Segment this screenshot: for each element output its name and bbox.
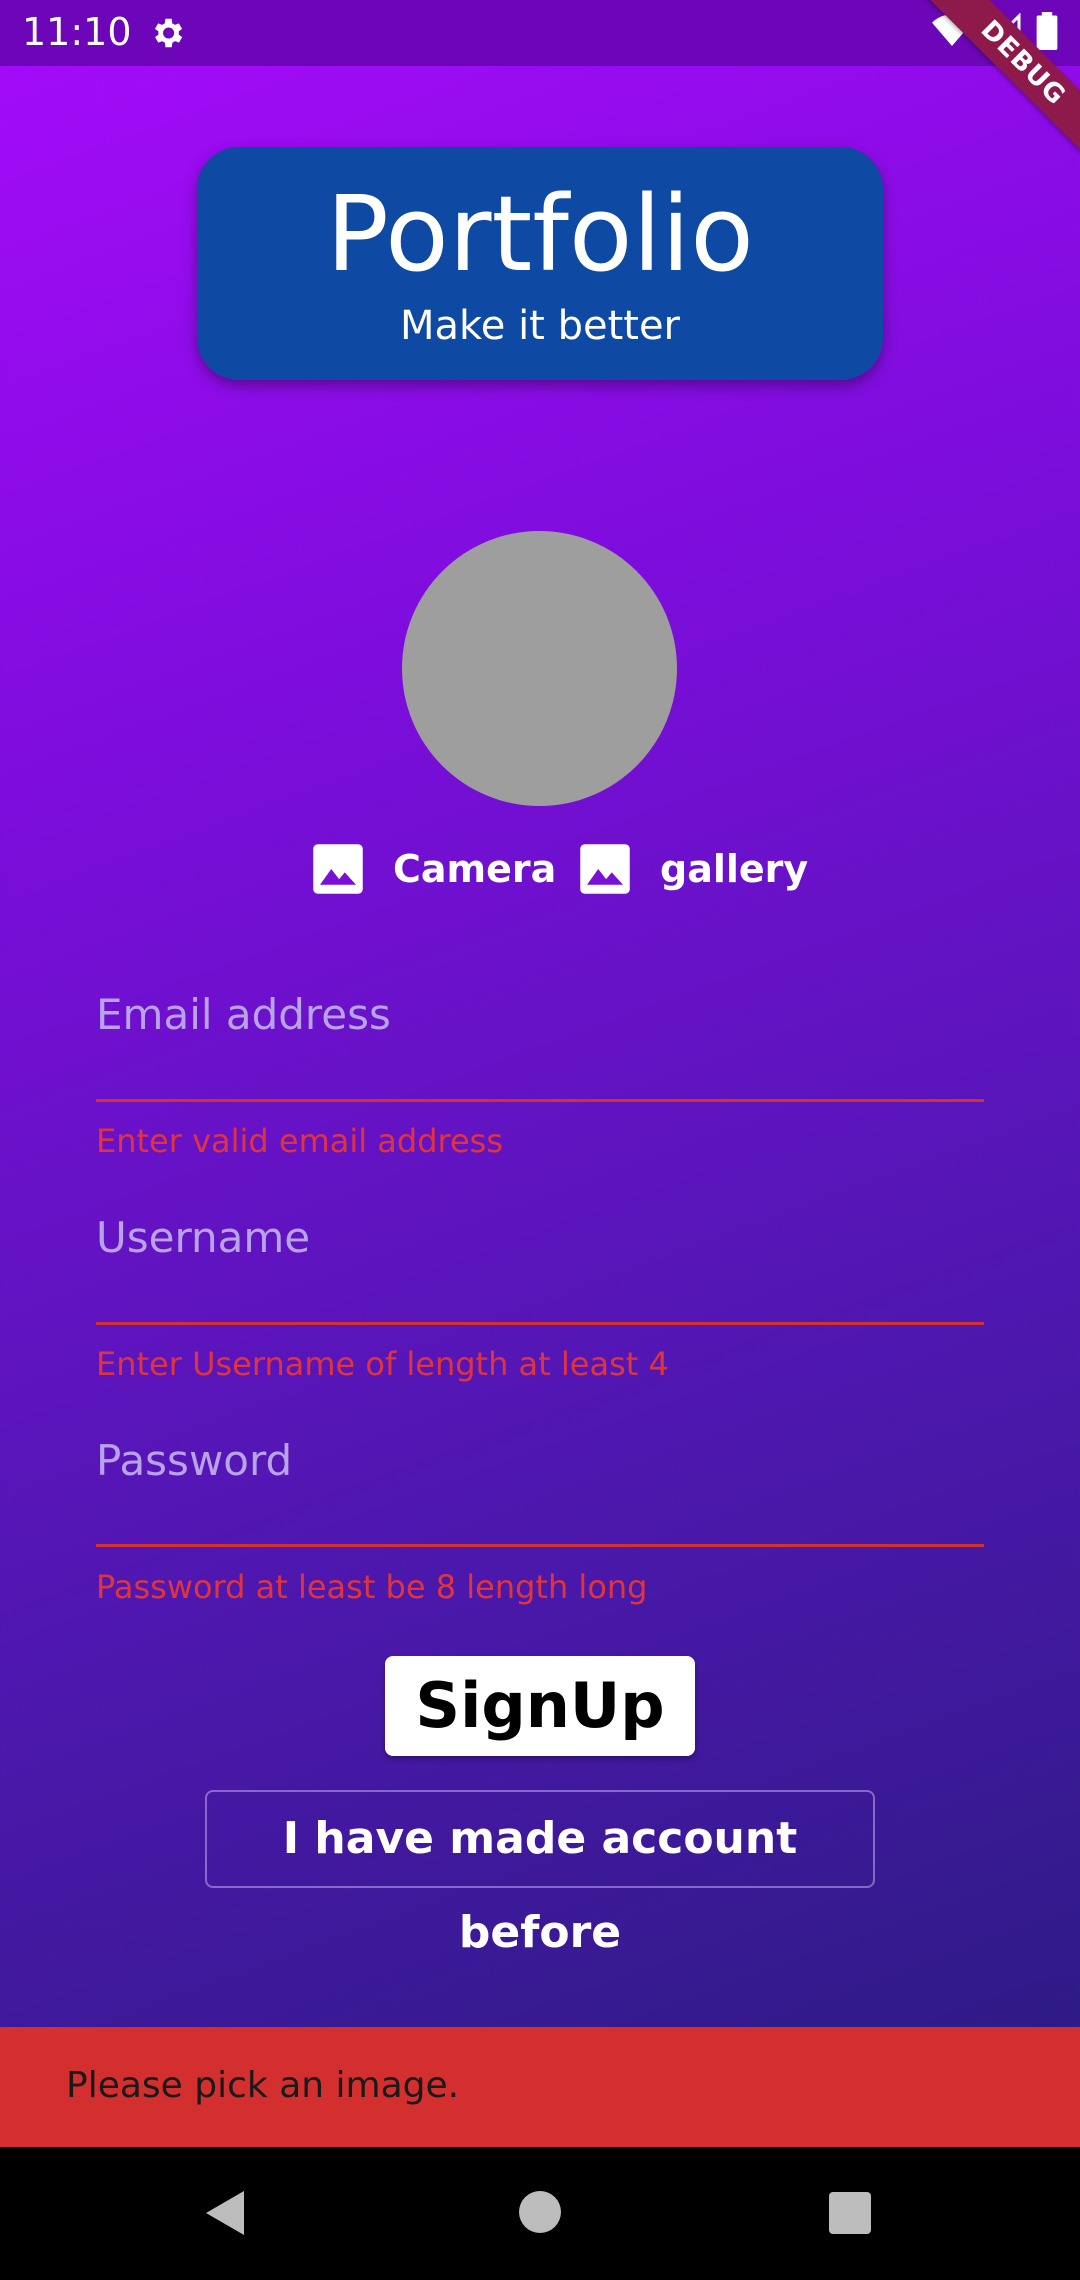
- back-icon[interactable]: [206, 2191, 244, 2235]
- username-field[interactable]: Username Enter Username of length at lea…: [96, 1213, 984, 1403]
- gallery-button[interactable]: gallery: [578, 842, 808, 896]
- app-subtitle: Make it better: [399, 303, 681, 349]
- camera-label: Camera: [393, 847, 557, 891]
- camera-button[interactable]: Camera: [311, 842, 556, 896]
- email-underline: [96, 1099, 984, 1102]
- existing-account-button[interactable]: I have made account before: [205, 1790, 875, 1958]
- settings-gear-icon: [154, 18, 183, 48]
- password-underline: [96, 1544, 984, 1547]
- signup-button[interactable]: SignUp: [385, 1656, 695, 1756]
- app-title: Portfolio: [326, 173, 754, 295]
- email-field[interactable]: Email address Enter valid email address: [96, 990, 984, 1180]
- image-picker-row: Camera gallery: [0, 842, 1080, 902]
- recents-icon[interactable]: [829, 2192, 871, 2234]
- password-field[interactable]: Password Password at least be 8 length l…: [96, 1436, 984, 1626]
- username-placeholder: Username: [96, 1213, 311, 1262]
- email-error: Enter valid email address: [96, 1122, 504, 1160]
- avatar-placeholder[interactable]: [402, 531, 677, 806]
- username-underline: [96, 1322, 984, 1325]
- home-icon[interactable]: [519, 2191, 561, 2233]
- password-placeholder: Password: [96, 1436, 293, 1485]
- password-error: Password at least be 8 length long: [96, 1568, 648, 1606]
- battery-icon: [1036, 12, 1058, 50]
- header-card: Portfolio Make it better: [197, 147, 883, 380]
- image-icon: [313, 844, 363, 894]
- email-placeholder: Email address: [96, 990, 391, 1039]
- username-error: Enter Username of length at least 4: [96, 1345, 669, 1383]
- system-nav-bar: [0, 2147, 1080, 2280]
- gallery-label: gallery: [660, 847, 809, 891]
- status-time: 11:10: [22, 10, 132, 54]
- status-bar: 11:10: [0, 0, 1080, 66]
- snackbar: Please pick an image.: [0, 2027, 1080, 2147]
- image-icon: [580, 844, 630, 894]
- snackbar-message: Please pick an image.: [66, 2065, 460, 2106]
